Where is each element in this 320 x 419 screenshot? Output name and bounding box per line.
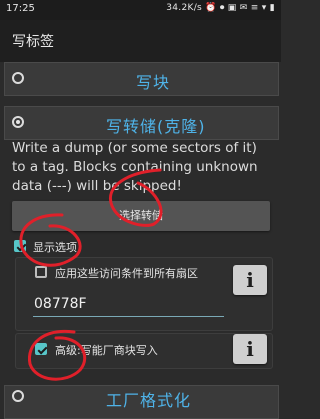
- apply-access-conditions-checkbox[interactable]: [35, 266, 47, 278]
- status-indicators: 34.2K/s ⏰ ⏺ ▣ ✉ ≡ ▾ ▮: [166, 3, 275, 13]
- factory-format-radio[interactable]: [12, 390, 24, 402]
- section-write-dump-title: 写转储(克隆): [106, 117, 206, 136]
- write-dump-radio[interactable]: [12, 116, 24, 128]
- show-options-checkbox[interactable]: [14, 240, 26, 252]
- access-conditions-info-button[interactable]: i: [233, 265, 267, 295]
- select-dump-button[interactable]: 选择转储: [12, 201, 270, 231]
- page-title: 写标签: [12, 34, 54, 50]
- section-write-dump[interactable]: 写转储(克隆): [4, 106, 279, 140]
- section-write-block[interactable]: 写块: [4, 62, 279, 96]
- info-icon: i: [246, 268, 254, 292]
- access-conditions-input[interactable]: [33, 292, 224, 317]
- section-factory-format-title: 工厂格式化: [106, 391, 192, 410]
- write-block-radio[interactable]: [12, 72, 24, 84]
- section-write-block-title: 写块: [136, 73, 171, 92]
- apply-access-conditions-label[interactable]: 应用这些访问条件到所有扇区: [55, 265, 198, 281]
- status-time: 17:25: [6, 3, 35, 14]
- show-options-label[interactable]: 显示选项: [33, 239, 77, 255]
- advanced-write-checkbox[interactable]: [35, 343, 47, 355]
- write-dump-description: Write a dump (or some sectors of it) to …: [12, 140, 258, 194]
- advanced-write-label[interactable]: 高级:写能厂商块写入: [55, 342, 158, 358]
- info-icon: i: [246, 337, 254, 361]
- advanced-info-button[interactable]: i: [233, 334, 267, 364]
- section-factory-format[interactable]: 工厂格式化: [4, 385, 279, 419]
